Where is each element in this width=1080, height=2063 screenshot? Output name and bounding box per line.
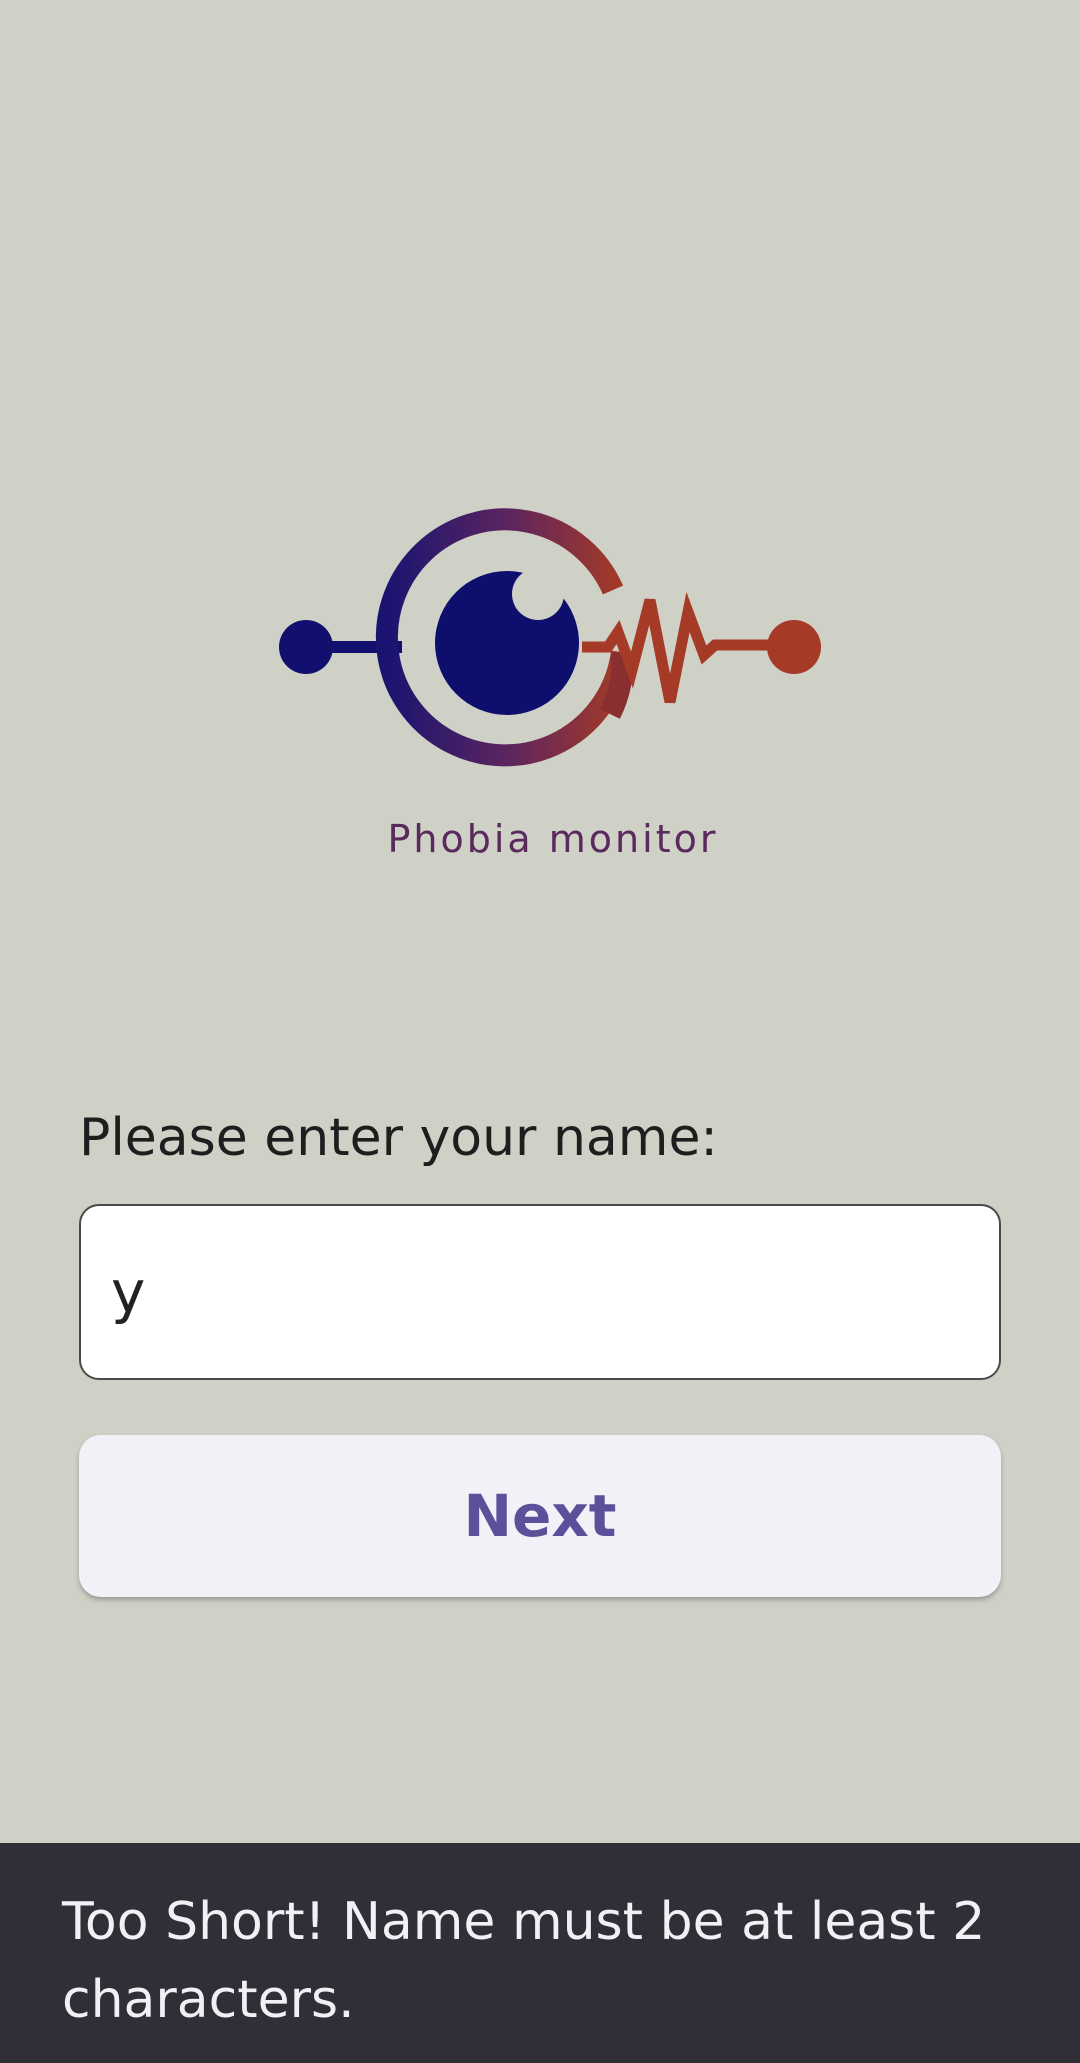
app-logo: Phobia monitor: [270, 500, 830, 880]
name-prompt-label: Please enter your name:: [79, 1108, 718, 1168]
error-snackbar: Too Short! Name must be at least 2 chara…: [0, 1843, 1080, 2063]
eye-heartbeat-logo-icon: Phobia monitor: [279, 508, 821, 861]
logo-wordmark: Phobia monitor: [388, 817, 719, 861]
name-entry-screen: Phobia monitor Please enter your name: N…: [0, 0, 1080, 2063]
next-button[interactable]: Next: [79, 1435, 1001, 1597]
snackbar-message: Too Short! Name must be at least 2 chara…: [62, 1892, 986, 2030]
name-input[interactable]: [79, 1204, 1001, 1380]
